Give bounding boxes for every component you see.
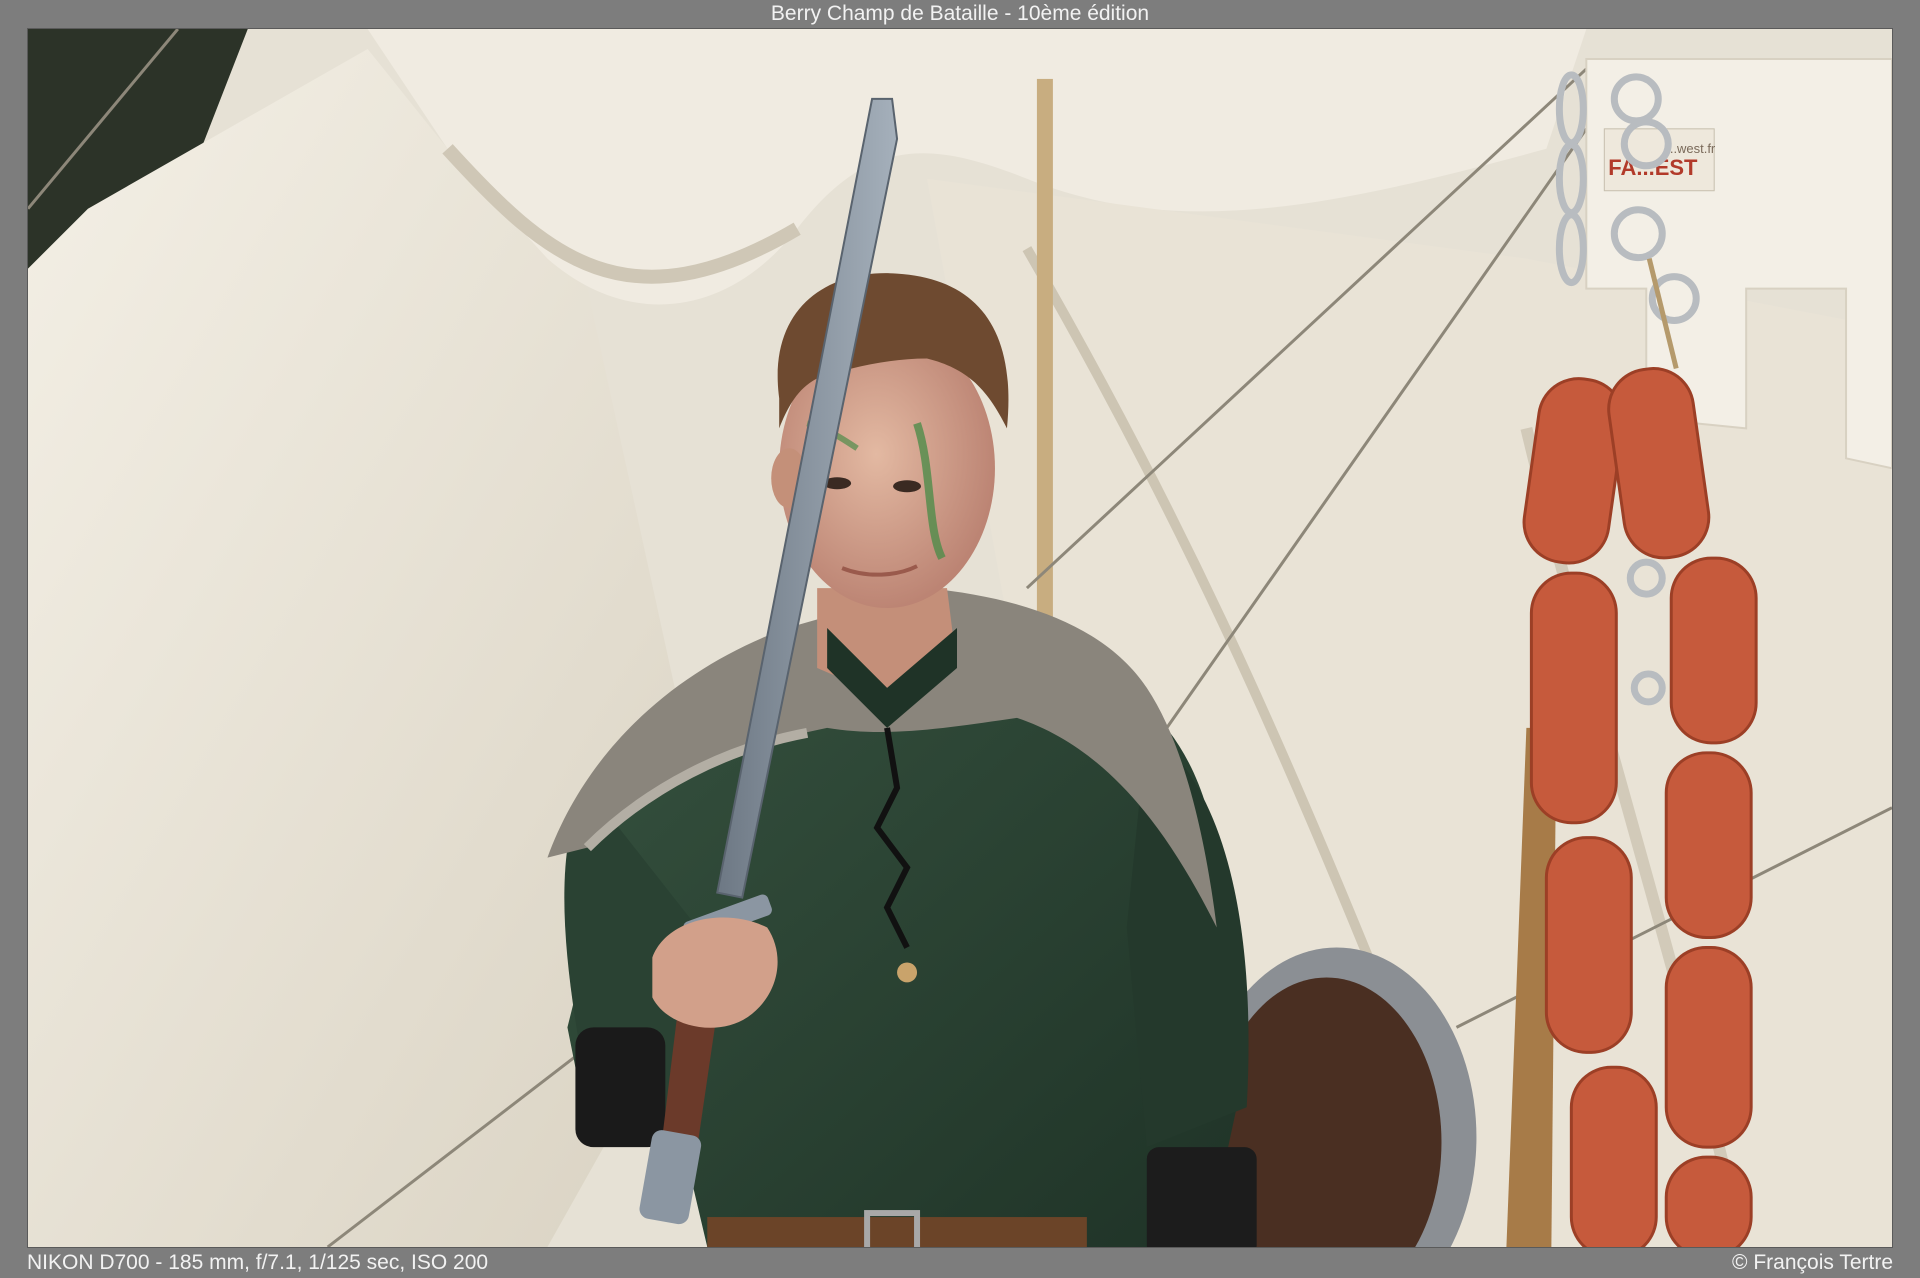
bracer-right <box>1146 1147 1257 1247</box>
photo-title: Berry Champ de Bataille - 10ème édition <box>770 2 1150 25</box>
eye-right <box>893 480 922 493</box>
festival-photo: ...west.fr FA...EST <box>28 29 1892 1247</box>
sign-text-top: ...west.fr <box>1666 141 1716 156</box>
lace-bead <box>897 962 918 983</box>
camera-exif: NIKON D700 - 185 mm, f/7.1, 1/125 sec, I… <box>27 1251 489 1274</box>
studded-belt <box>707 1217 1087 1247</box>
photo-footer: NIKON D700 - 185 mm, f/7.1, 1/125 sec, I… <box>0 1248 1920 1278</box>
photo-credit: © François Tertre <box>1732 1251 1893 1274</box>
photo-canvas: ...west.fr FA...EST <box>27 28 1893 1248</box>
bracer <box>575 1027 666 1148</box>
